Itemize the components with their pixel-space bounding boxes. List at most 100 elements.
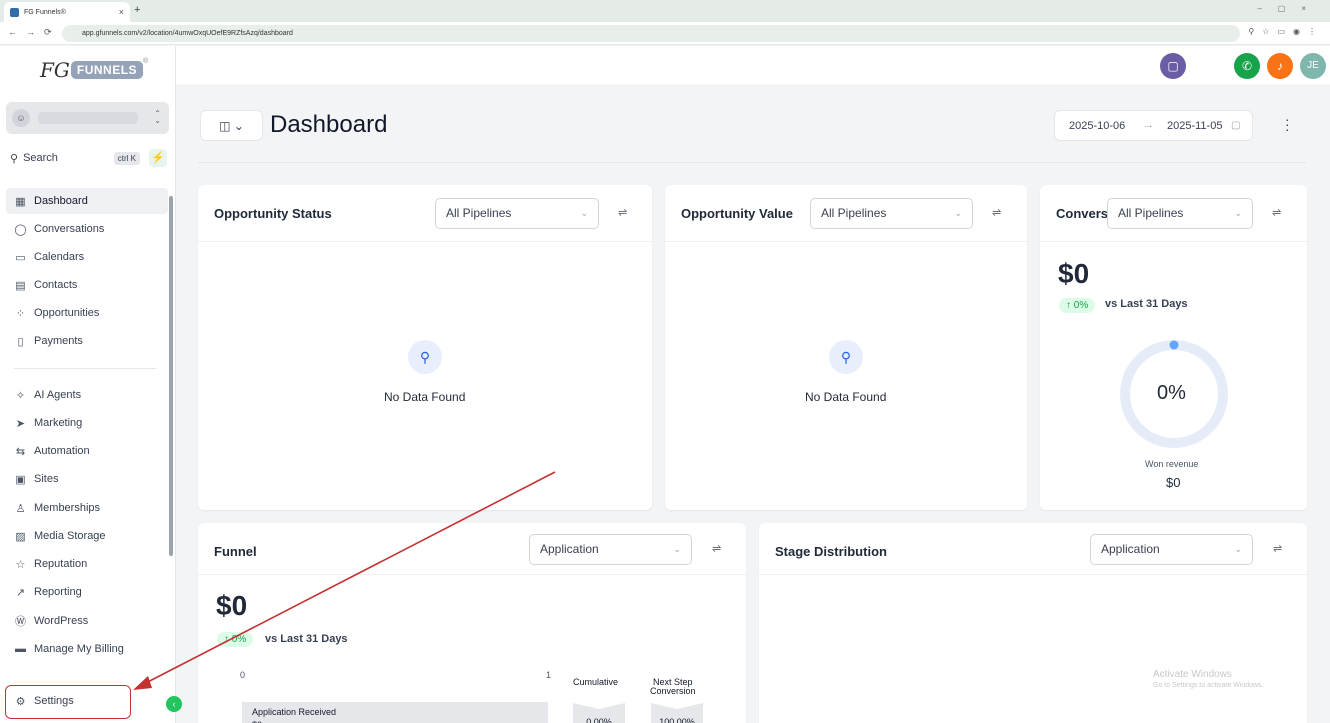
contacts-icon: ▤ xyxy=(15,279,26,292)
automation-icon: ⇆ xyxy=(15,445,26,458)
browser-nav-buttons[interactable]: ←→⟳ xyxy=(8,27,61,38)
filter-settings-icon[interactable]: ⇌ xyxy=(1272,206,1281,219)
more-options-icon[interactable]: · · · xyxy=(1285,112,1290,136)
select-value: Application xyxy=(540,542,599,556)
axis-min: 0 xyxy=(240,670,246,680)
window-controls[interactable]: –▢× xyxy=(1257,4,1322,13)
axis-max: 1 xyxy=(546,670,552,680)
select-value: All Pipelines xyxy=(821,206,887,220)
card-divider xyxy=(198,241,652,242)
card-divider xyxy=(1040,241,1307,242)
logo-mark: FG xyxy=(40,58,70,82)
layout-icon: ◫ xyxy=(219,119,231,133)
new-tab-icon[interactable]: + xyxy=(134,4,140,16)
sidebar-item-manage-my-billing[interactable]: ▬ Manage My Billing xyxy=(6,636,168,662)
settings-highlight-box xyxy=(5,685,131,719)
quick-action-bolt-icon[interactable]: ⚡ xyxy=(149,149,167,167)
sidebar-item-calendars[interactable]: ▭ Calendars xyxy=(6,244,168,270)
date-range-picker[interactable]: 2025-10-06 → 2025-11-05 ▢ xyxy=(1054,110,1253,141)
next-step-value: 100.00% xyxy=(651,703,703,723)
card-title: Opportunity Value xyxy=(681,206,793,221)
stage-distribution-card: Stage Distribution Application ⌄ ⇌ xyxy=(759,523,1307,723)
sidebar-item-label: Conversations xyxy=(34,223,105,235)
stage-select[interactable]: Application ⌄ xyxy=(1090,534,1253,565)
sidebar-item-reputation[interactable]: ☆ Reputation xyxy=(6,551,168,577)
comparison-text: vs Last 31 Days xyxy=(1105,298,1188,310)
account-name-blurred xyxy=(38,112,138,124)
receipt-icon: ▯ xyxy=(17,335,24,348)
chat-widget-icon[interactable]: ▢ xyxy=(1160,53,1186,79)
url-field[interactable]: app.gfunnels.com/v2/location/4umwOxqUOef… xyxy=(62,25,1240,42)
sidebar-item-label: Payments xyxy=(34,335,83,347)
pipeline-select[interactable]: All Pipelines ⌄ xyxy=(435,198,599,229)
browser-tab-title: FG Funnels® xyxy=(24,8,66,16)
collapse-sidebar-icon[interactable]: ‹ xyxy=(166,696,182,712)
sidebar: FG FUNNELS ® ☺ ⌃ ⌄ ⚲ Search ctrl K ⚡ ▦ Das… xyxy=(0,46,182,723)
search-icon: ⚲ xyxy=(10,152,19,165)
select-value: Application xyxy=(1101,542,1160,556)
sidebar-item-reporting[interactable]: ↗ Reporting xyxy=(6,579,168,605)
sidebar-item-wordpress[interactable]: Ⓦ WordPress xyxy=(6,608,168,634)
opportunity-value-card: Opportunity Value All Pipelines ⌄ ⇌ ⚲ No… xyxy=(665,185,1027,510)
browser-tab[interactable]: FG Funnels® × xyxy=(4,2,130,22)
sidebar-item-opportunities[interactable]: ⁘ Opportunities xyxy=(6,300,168,326)
phone-icon[interactable]: ✆ xyxy=(1234,53,1260,79)
star-icon: ☆ xyxy=(15,558,26,571)
sidebar-item-payments[interactable]: ▯ Payments xyxy=(6,328,168,354)
sparkle-icon: ✧ xyxy=(15,389,26,402)
address-bar-row: ←→⟳ app.gfunnels.com/v2/location/4umwOxq… xyxy=(0,22,1330,45)
chat-bubble-icon: ◯ xyxy=(14,223,27,236)
card-title: Stage Distribution xyxy=(775,544,887,559)
dashboard-layout-switcher[interactable]: ◫ ⌄ xyxy=(200,110,263,141)
funnel-select[interactable]: Application ⌄ xyxy=(529,534,692,565)
sidebar-item-label: Media Storage xyxy=(34,530,106,542)
sidebar-item-label: Contacts xyxy=(34,279,78,291)
chevron-down-icon: ⌄ xyxy=(233,119,244,133)
user-avatar[interactable]: JE xyxy=(1300,53,1326,79)
sidebar-item-marketing[interactable]: ➤ Marketing xyxy=(6,410,168,436)
sidebar-scrollbar[interactable] xyxy=(169,196,173,556)
grid-icon: ▦ xyxy=(15,195,26,208)
pipeline-select[interactable]: All Pipelines ⌄ xyxy=(810,198,973,229)
won-revenue-value: $0 xyxy=(1166,475,1181,490)
sidebar-item-label: Dashboard xyxy=(34,195,88,207)
badge-icon: ♙ xyxy=(15,502,26,515)
card-divider xyxy=(759,574,1307,575)
change-badge: ↑ 0% xyxy=(217,632,254,647)
search-icon: ⚲ xyxy=(829,340,863,374)
search-button[interactable]: ⚲ Search ctrl K xyxy=(10,149,140,167)
search-label: Search xyxy=(23,152,58,164)
chevron-down-icon: ⌄ xyxy=(1234,544,1242,554)
account-switcher[interactable]: ☺ ⌃ ⌄ xyxy=(6,102,169,134)
sidebar-item-media-storage[interactable]: ▨ Media Storage xyxy=(6,523,168,549)
pipeline-select[interactable]: All Pipelines ⌄ xyxy=(1107,198,1253,229)
filter-settings-icon[interactable]: ⇌ xyxy=(992,206,1001,219)
conversion-card: Convers All Pipelines ⌄ ⇌ $0 ↑ 0% vs Las… xyxy=(1040,185,1307,510)
funnel-stage-bar[interactable]: Application Received $0 xyxy=(242,702,548,723)
opportunities-icon: ⁘ xyxy=(15,307,26,320)
notification-bell-icon[interactable]: ♪ xyxy=(1267,53,1293,79)
filter-settings-icon[interactable]: ⇌ xyxy=(712,542,721,555)
sidebar-item-automation[interactable]: ⇆ Automation xyxy=(6,438,168,464)
sidebar-item-dashboard[interactable]: ▦ Dashboard xyxy=(6,188,168,214)
sidebar-item-label: Manage My Billing xyxy=(34,643,124,655)
windows-watermark-subtitle: Go to Settings to activate Windows. xyxy=(1153,682,1264,689)
filter-settings-icon[interactable]: ⇌ xyxy=(618,206,627,219)
sidebar-item-memberships[interactable]: ♙ Memberships xyxy=(6,495,168,521)
card-title: Funnel xyxy=(214,544,257,559)
sidebar-item-conversations[interactable]: ◯ Conversations xyxy=(6,216,168,242)
card-title: Opportunity Status xyxy=(214,206,332,221)
page-title: Dashboard xyxy=(270,111,388,138)
filter-settings-icon[interactable]: ⇌ xyxy=(1273,542,1282,555)
card-divider xyxy=(665,241,1027,242)
sidebar-item-contacts[interactable]: ▤ Contacts xyxy=(6,272,168,298)
donut-marker xyxy=(1169,340,1179,350)
sidebar-item-sites[interactable]: ▣ Sites xyxy=(6,466,168,492)
close-tab-icon[interactable]: × xyxy=(119,7,124,17)
calendar-icon: ▢ xyxy=(1231,120,1241,131)
sidebar-item-label: Calendars xyxy=(34,251,85,263)
sidebar-item-ai-agents[interactable]: ✧ AI Agents xyxy=(6,382,168,408)
funnel-amount: $0 xyxy=(216,590,248,621)
logo[interactable]: FG FUNNELS ® xyxy=(40,58,148,82)
browser-actions[interactable]: ⚲☆▭◉⋮ xyxy=(1248,27,1324,36)
